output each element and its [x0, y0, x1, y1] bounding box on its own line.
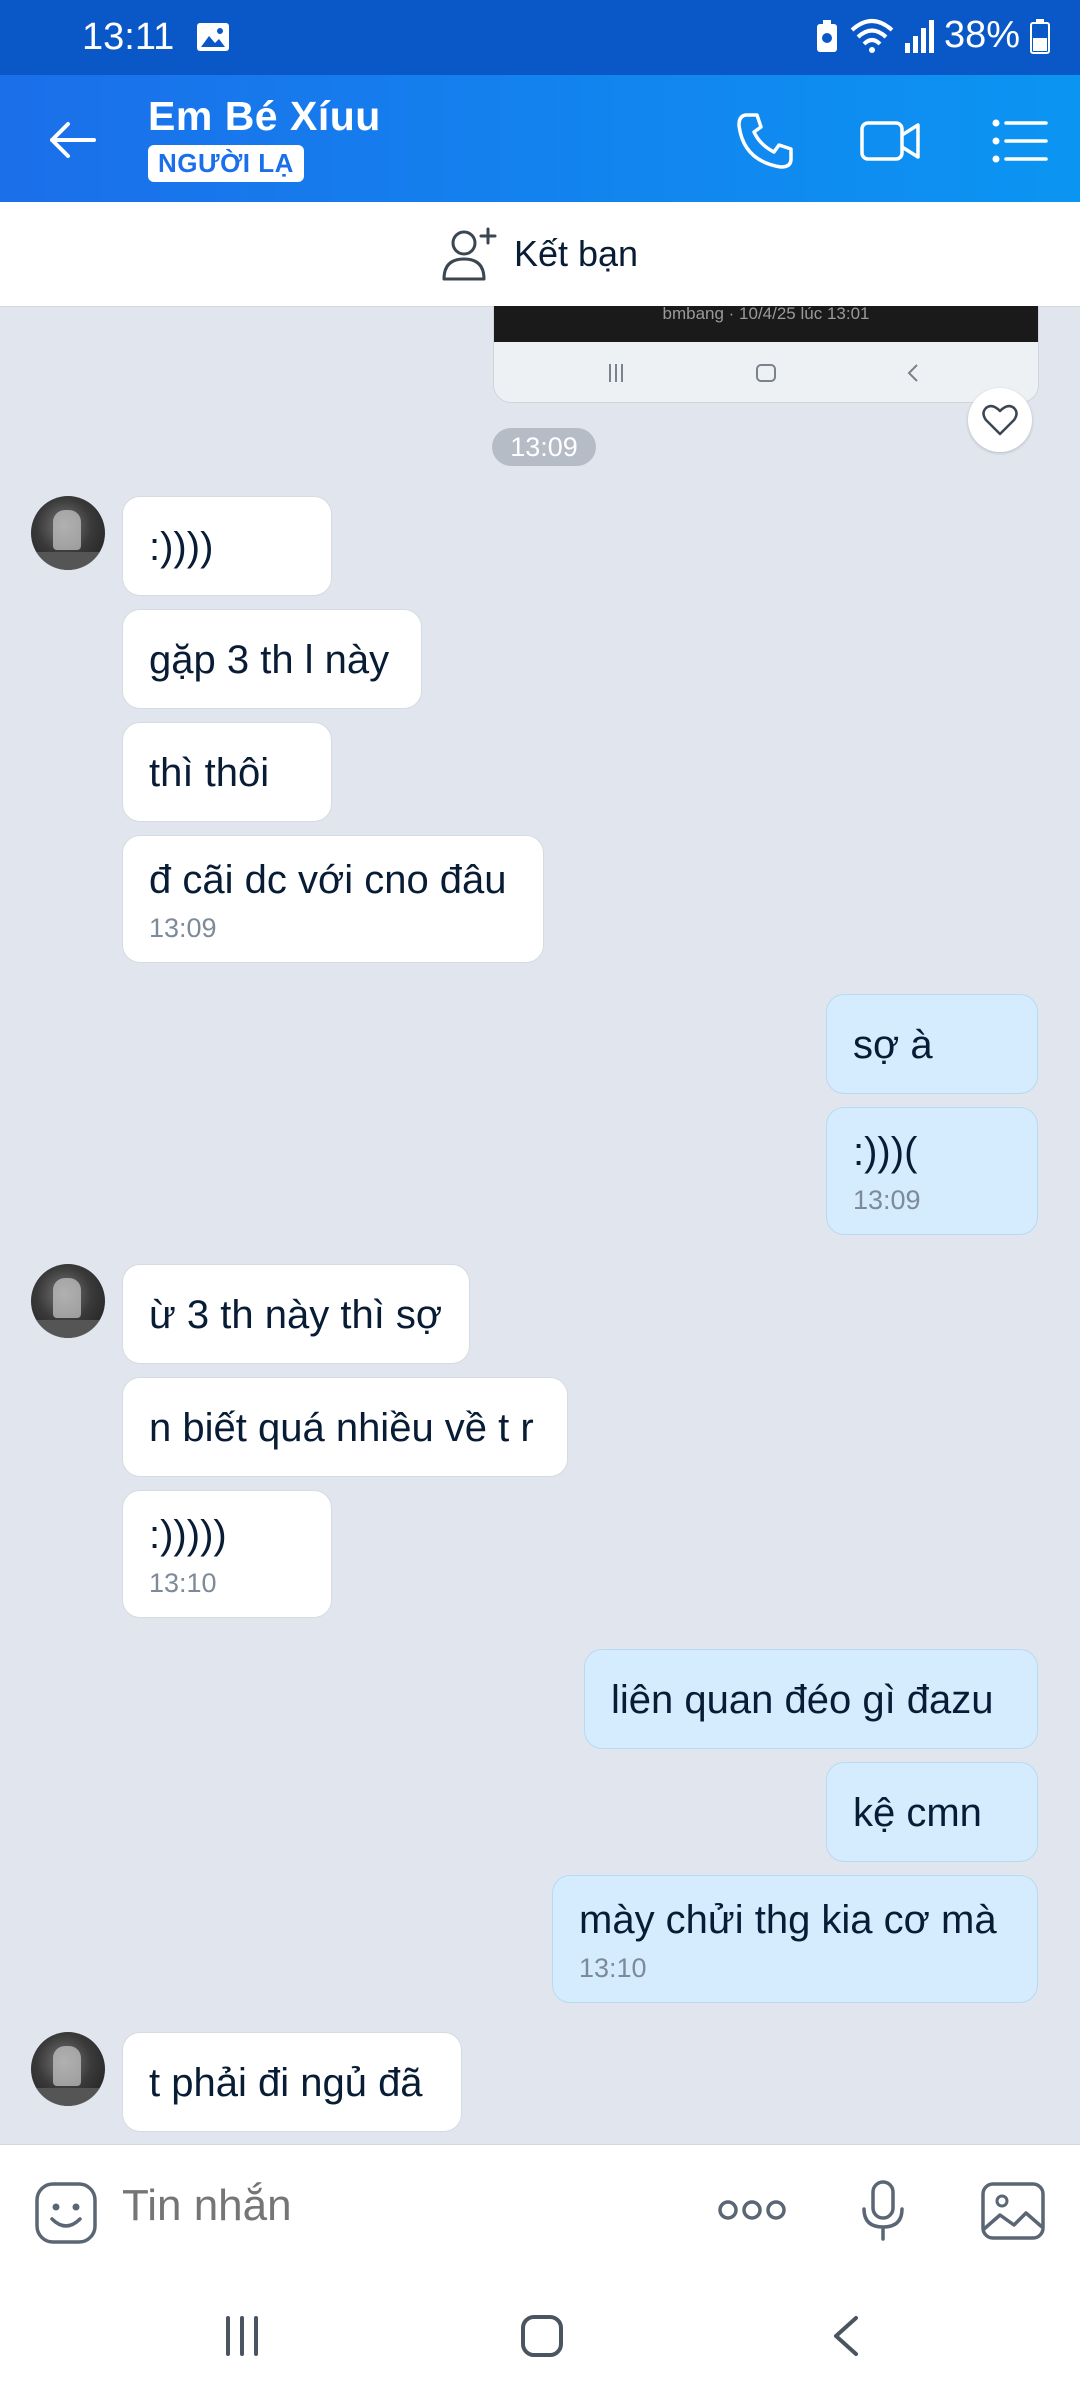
incoming-message[interactable]: thì thôi	[122, 722, 332, 822]
stranger-badge: NGƯỜI LẠ	[148, 145, 304, 182]
more-options-icon[interactable]	[716, 2195, 788, 2225]
contact-avatar[interactable]	[31, 2032, 105, 2106]
outgoing-message[interactable]: liên quan đéo gì đazu	[584, 1649, 1038, 1749]
recent-apps-icon[interactable]	[220, 2314, 264, 2358]
message-time: 13:09	[853, 1185, 921, 1215]
outgoing-message[interactable]: :)))( 13:09	[826, 1107, 1038, 1235]
signal-icon	[904, 19, 934, 53]
message-text: n biết quá nhiều về t r	[149, 1406, 534, 1450]
battery-icon	[1030, 18, 1050, 54]
message-text: đ cãi dc với cno đâu	[149, 858, 507, 902]
incoming-message[interactable]: n biết quá nhiều về t r	[122, 1377, 568, 1477]
gallery-notification-icon	[197, 23, 229, 51]
message-text: sợ à	[853, 1023, 933, 1067]
chat-header: Em Bé Xíuu NGƯỜI LẠ	[0, 75, 1080, 202]
microphone-icon[interactable]	[858, 2179, 908, 2243]
contact-name[interactable]: Em Bé Xíuu	[148, 93, 381, 140]
add-friend-button[interactable]: Kết bạn	[0, 202, 1080, 307]
image-picker-icon[interactable]	[980, 2181, 1046, 2241]
time-divider: 13:09	[492, 428, 596, 466]
add-friend-icon	[442, 227, 497, 281]
incoming-message[interactable]: t phải đi ngủ đã	[122, 2032, 462, 2132]
video-call-icon[interactable]	[858, 109, 922, 173]
heart-icon	[982, 404, 1018, 436]
status-time: 13:11	[82, 16, 175, 58]
back-nav-icon[interactable]	[826, 2314, 866, 2358]
wifi-icon	[850, 18, 894, 53]
outgoing-message[interactable]: kệ cmn	[826, 1762, 1038, 1862]
add-friend-label: Kết bạn	[513, 233, 639, 274]
message-text: liên quan đéo gì đazu	[611, 1678, 994, 1722]
image-message[interactable]: bmbang · 10/4/25 lúc 13:01	[493, 306, 1039, 403]
message-text: :))))	[149, 525, 214, 569]
incoming-message[interactable]: :))))	[122, 496, 332, 596]
outgoing-message[interactable]: sợ à	[826, 994, 1038, 1094]
incoming-message[interactable]: :))))) 13:10	[122, 1490, 332, 1618]
home-icon[interactable]	[520, 2314, 564, 2358]
status-bar: 13:11 38%	[0, 0, 1080, 75]
message-text: gặp 3 th l này	[149, 638, 390, 682]
message-text: mày chửi thg kia cơ mà	[579, 1898, 997, 1942]
phone-call-icon[interactable]	[733, 109, 797, 173]
contact-avatar[interactable]	[31, 496, 105, 570]
battery-saver-icon	[816, 19, 837, 52]
emoji-sticker-icon[interactable]	[34, 2181, 98, 2245]
message-time: 13:10	[149, 1568, 217, 1598]
message-text: t phải đi ngủ đã	[149, 2061, 423, 2105]
message-text: thì thôi	[149, 751, 270, 795]
outgoing-message[interactable]: mày chửi thg kia cơ mà 13:10	[552, 1875, 1038, 2003]
system-navigation-bar	[0, 2272, 1080, 2400]
message-time: 13:09	[149, 913, 217, 943]
image-nav-bar	[609, 364, 918, 382]
message-input[interactable]	[122, 2181, 682, 2231]
menu-list-icon[interactable]	[988, 109, 1052, 173]
message-composer	[0, 2144, 1080, 2273]
incoming-message[interactable]: đ cãi dc với cno đâu 13:09	[122, 835, 544, 963]
message-text: :)))(	[853, 1130, 918, 1174]
back-arrow-icon[interactable]	[44, 112, 100, 168]
incoming-message[interactable]: gặp 3 th l này	[122, 609, 422, 709]
message-text: ừ 3 th này thì sợ	[149, 1293, 443, 1337]
incoming-message[interactable]: ừ 3 th này thì sợ	[122, 1264, 470, 1364]
message-text: :)))))	[149, 1513, 227, 1557]
message-list[interactable]: bmbang · 10/4/25 lúc 13:01 13:09 :)))) g…	[0, 306, 1080, 2144]
image-caption: bmbang · 10/4/25 lúc 13:01	[494, 306, 1038, 342]
message-text: kệ cmn	[853, 1791, 982, 1835]
react-heart-button[interactable]	[968, 388, 1032, 452]
contact-avatar[interactable]	[31, 1264, 105, 1338]
battery-percent: 38%	[943, 14, 1020, 56]
message-time: 13:10	[579, 1953, 647, 1983]
